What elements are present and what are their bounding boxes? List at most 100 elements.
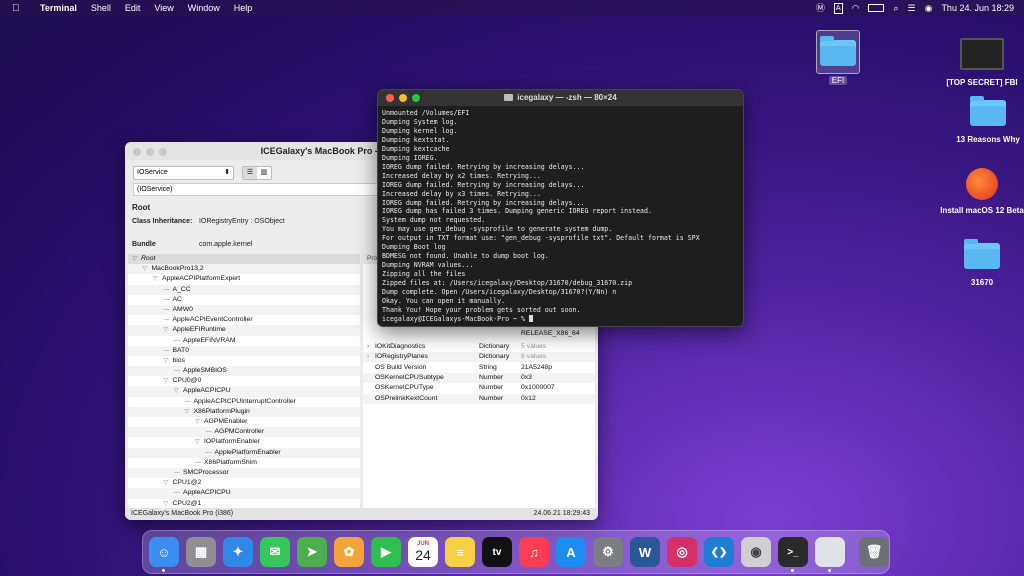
menu-window[interactable]: Window <box>188 3 220 13</box>
close-button[interactable] <box>133 148 141 156</box>
minimize-button[interactable] <box>399 94 407 102</box>
desktop-item-31670[interactable]: 31670 <box>937 239 1024 287</box>
disclosure-triangle-icon[interactable]: ▽ <box>132 254 141 264</box>
dock-terminal-icon[interactable]: >_ <box>778 537 808 572</box>
dock-messages-icon[interactable]: ✉ <box>260 537 290 567</box>
tree-row[interactable]: ▽ AGPMEnabler <box>128 417 360 427</box>
tree-row[interactable]: — A_CC <box>128 284 360 295</box>
tree-row[interactable]: ▽ bios <box>128 356 360 366</box>
disclosure-triangle-icon[interactable]: ▽ <box>164 325 173 335</box>
registry-tree[interactable]: ▽ Root ▽ MacBookPro13,2 ▽ AppleACPIPlatformEx… <box>128 254 360 508</box>
minimize-button[interactable] <box>146 148 154 156</box>
dock-word-icon[interactable]: W <box>630 537 660 567</box>
dock-facetime-icon[interactable]: ▶ <box>371 537 401 567</box>
tree-row[interactable]: — AC <box>128 295 360 305</box>
tree-row[interactable]: — SMCProcessor <box>128 467 360 479</box>
m-status-icon[interactable]: Ⓜ <box>816 0 825 16</box>
terminal-output[interactable]: Unmounted /Volumes/EFI Dumping System log… <box>378 106 743 326</box>
column-view-icon[interactable]: ▥ <box>257 167 271 179</box>
dock-notes-icon[interactable]: ≡ <box>445 537 475 567</box>
dock-safari-icon[interactable]: ✦ <box>223 537 253 567</box>
disclosure-triangle-icon[interactable]: ▽ <box>164 478 173 488</box>
disclosure-triangle-icon[interactable]: ▽ <box>164 356 173 366</box>
tree-row[interactable]: ▽ AppleACPICPU <box>128 386 360 397</box>
disclosure-triangle-icon[interactable]: ▽ <box>143 264 152 274</box>
disclosure-triangle-icon[interactable]: ▽ <box>164 499 173 509</box>
property-row[interactable]: OSKernelCPUType Number 0x1000007 <box>363 383 595 393</box>
disclosure-triangle-icon[interactable]: ▽ <box>174 386 183 396</box>
apple-menu-icon[interactable]:  <box>12 3 26 14</box>
tree-row[interactable]: — BAT0 <box>128 345 360 356</box>
tree-row[interactable]: — AppleEFINVRAM <box>128 336 360 346</box>
zoom-button[interactable] <box>412 94 420 102</box>
tree-row[interactable]: ▽ Root <box>128 254 360 265</box>
menu-view[interactable]: View <box>154 3 173 13</box>
tree-row[interactable]: ▽ AppleACPIPlatformExpert <box>128 274 360 284</box>
desktop-item-install-macos[interactable]: Install macOS 12 Beta <box>937 168 1024 215</box>
disclosure-triangle-icon[interactable]: ▽ <box>195 437 204 447</box>
disclosure-triangle-icon[interactable]: ▽ <box>153 274 162 284</box>
search-icon[interactable]: ⌕ <box>893 0 898 16</box>
battery-icon[interactable] <box>868 4 885 12</box>
zoom-button[interactable] <box>159 148 167 156</box>
tree-row[interactable]: ▽ X86PlatformPlugin <box>128 406 360 417</box>
dock-photos-icon[interactable]: ✿ <box>334 537 364 567</box>
dock-music-icon[interactable]: ♫ <box>519 537 549 567</box>
disclosure-triangle-icon[interactable]: › <box>367 342 369 352</box>
tree-row[interactable]: — AppleACPIEventController <box>128 315 360 325</box>
close-button[interactable] <box>386 94 394 102</box>
desktop-item-13-reasons[interactable]: 13 Reasons Why <box>943 96 1024 144</box>
disclosure-triangle-icon[interactable]: ▽ <box>195 417 204 427</box>
tree-row[interactable]: — AppleSMBIOS <box>128 366 360 377</box>
tree-row[interactable]: ▽ CPU1@2 <box>128 478 360 488</box>
desktop-item-top-secret[interactable]: [TOP SECRET] FBI <box>937 38 1024 87</box>
dock-vscode-icon[interactable]: ❮❯ <box>704 537 734 567</box>
dock-trash-icon[interactable]: 🗑 <box>859 537 889 567</box>
dock-system-preferences-icon[interactable]: ⚙ <box>593 537 623 567</box>
menu-app-name[interactable]: Terminal <box>40 3 77 13</box>
wifi-icon[interactable]: ◠ <box>852 0 860 16</box>
view-mode-toggle[interactable]: ☰ ▥ <box>242 166 272 180</box>
dock-screenshot-icon[interactable]: ◉ <box>741 537 771 567</box>
menu-shell[interactable]: Shell <box>91 3 111 13</box>
tree-row[interactable]: — AGPMController <box>128 427 360 438</box>
dock-launchpad-icon[interactable]: ▦ <box>186 537 216 567</box>
disclosure-triangle-icon[interactable]: ▽ <box>185 407 194 417</box>
dock-instagram-icon[interactable]: ◎ <box>667 537 697 567</box>
tree-row[interactable]: ▽ MacBookPro13,2 <box>128 264 360 275</box>
menubar-clock[interactable]: Thu 24. Jun 18:29 <box>941 0 1014 16</box>
terminal-prompt-line[interactable]: icegalaxy@ICEGalaxys-MacBook-Pro ~ % <box>382 315 739 324</box>
disclosure-triangle-icon[interactable]: › <box>367 352 369 362</box>
dock-apple-tv-icon[interactable]: tv <box>482 537 512 567</box>
tree-row[interactable]: — X86PlatformShim <box>128 458 360 468</box>
terminal-titlebar[interactable]: icegalaxy — -zsh — 80×24 <box>378 90 743 106</box>
tree-row[interactable]: ▽ AppleEFIRuntime <box>128 325 360 336</box>
tree-row[interactable]: ▽ CPU2@1 <box>128 499 360 509</box>
property-row[interactable]: OSKernelCPUSubtype Number 0x3 <box>363 372 595 383</box>
input-source-icon[interactable]: A <box>833 2 843 14</box>
tree-row[interactable]: — AppleACPICPUInterruptController <box>128 397 360 407</box>
property-row[interactable]: › IOKitDiagnostics Dictionary 5 values <box>363 342 595 352</box>
property-row[interactable]: › IORegistryPlanes Dictionary 8 values <box>363 352 595 363</box>
menu-help[interactable]: Help <box>234 3 253 13</box>
disclosure-triangle-icon[interactable]: ▽ <box>164 376 173 386</box>
dock-maps-icon[interactable]: ➤ <box>297 537 327 567</box>
tree-row[interactable]: ▽ CPU0@0 <box>128 376 360 386</box>
property-row[interactable]: OS Build Version String 21A5248p <box>363 363 595 373</box>
siri-icon[interactable]: ◉ <box>925 0 933 16</box>
dock-finder-icon[interactable]: ☺ <box>149 537 179 572</box>
desktop-efi-volume[interactable]: EFI <box>793 30 883 85</box>
tree-row[interactable]: ▽ IOPlatformEnabler <box>128 437 360 447</box>
tree-row[interactable]: — AppleACPICPU <box>128 488 360 499</box>
tree-row[interactable]: — ApplePlatformEnabler <box>128 447 360 458</box>
list-view-icon[interactable]: ☰ <box>243 167 257 179</box>
dock-app-store-icon[interactable]: A <box>556 537 586 567</box>
plane-select[interactable]: IOService <box>133 166 234 180</box>
control-center-icon[interactable]: ☰ <box>908 0 916 16</box>
tree-row[interactable]: — AMW0 <box>128 304 360 316</box>
property-row-partial[interactable]: RELEASE_X86_64 <box>363 329 595 339</box>
property-row[interactable]: OSPrelinkKextCount Number 0x12 <box>363 393 595 404</box>
dock-calendar-icon[interactable]: JUN 24 <box>408 537 438 567</box>
dock-ioregistryexplorer-icon[interactable] <box>815 537 845 572</box>
menu-edit[interactable]: Edit <box>125 3 141 13</box>
